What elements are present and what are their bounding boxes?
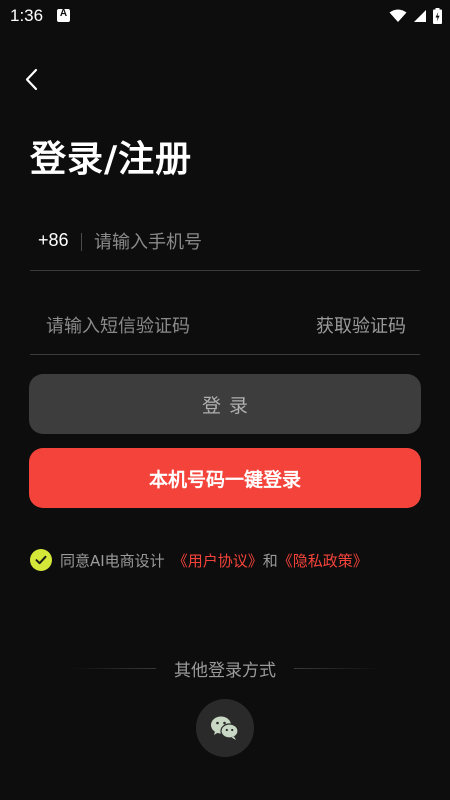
notification-a-letter: A [59, 8, 68, 19]
phone-input[interactable] [92, 226, 406, 258]
other-login-section: 其他登录方式 [70, 656, 380, 681]
agreement-and: 和 [262, 551, 278, 570]
user-agreement-link[interactable]: 《用户协议》 [173, 550, 263, 571]
check-icon [35, 555, 47, 565]
status-icons [389, 6, 442, 26]
wechat-login-button[interactable] [196, 699, 254, 757]
sms-code-input[interactable] [44, 310, 288, 342]
country-code-selector[interactable]: +86 [38, 230, 69, 251]
agreement-checkbox[interactable] [30, 549, 52, 571]
wechat-icon [211, 716, 239, 740]
agreement-row: 同意AI电商设计 《用户协议》 和 《隐私政策》 [30, 548, 368, 572]
get-code-button[interactable]: 获取验证码 [316, 312, 406, 338]
back-button[interactable] [20, 64, 48, 96]
notification-a-icon: A [57, 8, 70, 22]
battery-icon [433, 8, 442, 24]
agreement-prefix: 同意AI电商设计 [60, 551, 165, 570]
status-time: 1:36 [10, 6, 44, 25]
chevron-left-icon [25, 68, 38, 91]
login-button[interactable]: 登录 [29, 374, 421, 434]
wifi-icon [389, 9, 407, 22]
page-title: 登录/注册 [30, 139, 193, 180]
other-login-divider-right [294, 668, 380, 669]
signal-icon [414, 10, 426, 22]
one-key-login-button[interactable]: 本机号码一键登录 [29, 448, 421, 508]
sms-code-field-row: 获取验证码 [30, 298, 420, 355]
privacy-policy-link[interactable]: 《隐私政策》 [278, 550, 368, 571]
status-bar: 1:36 A [0, 0, 450, 32]
country-code-divider [81, 233, 82, 251]
phone-field-row: +86 [30, 214, 420, 271]
